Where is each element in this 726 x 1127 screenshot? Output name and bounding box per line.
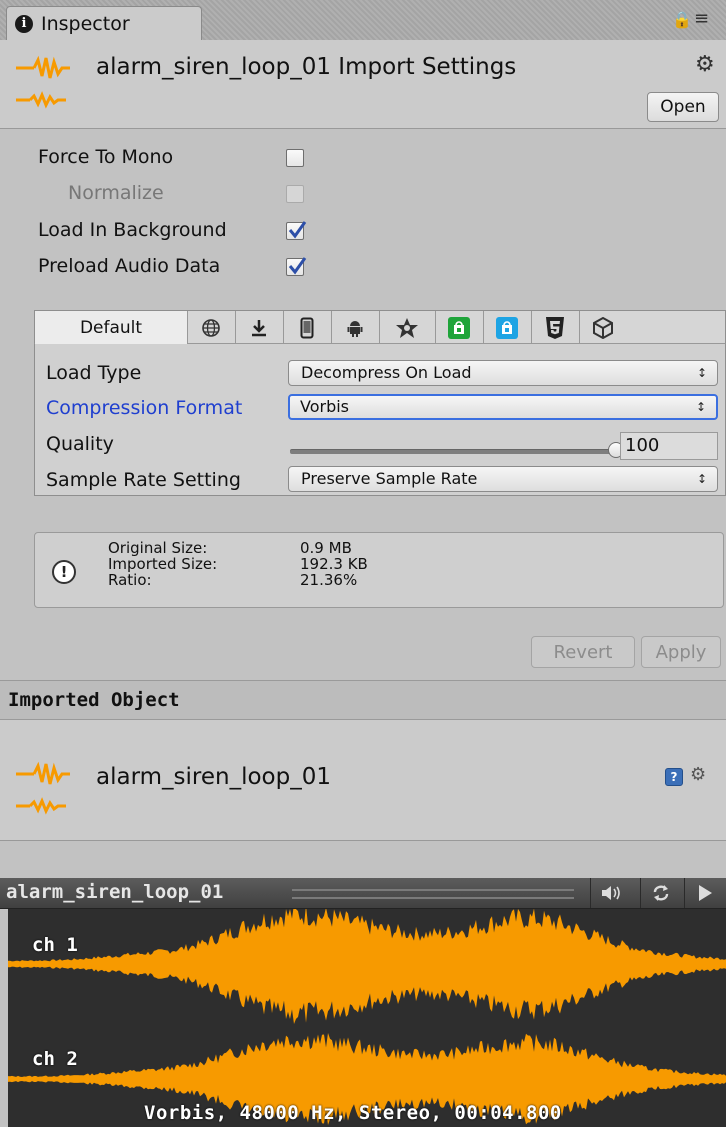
speaker-icon: [602, 886, 620, 900]
globe-icon: [202, 318, 220, 337]
load-type-value: Decompress On Load: [301, 363, 472, 382]
normalize-checkbox: [286, 185, 304, 203]
waveform-channel-1: [8, 909, 726, 1125]
tab-windows-store[interactable]: [483, 311, 532, 344]
tab-tizen[interactable]: [379, 311, 436, 344]
xbox-store-icon: [448, 316, 470, 339]
apply-button[interactable]: Apply: [641, 636, 721, 668]
windows-store-icon: [496, 316, 518, 339]
platform-tabs: Default: [34, 310, 726, 344]
quality-slider-track[interactable]: [290, 449, 616, 454]
force-to-mono-label: Force To Mono: [38, 146, 174, 168]
tab-standalone[interactable]: [187, 311, 236, 344]
imported-object-name: alarm_siren_loop_01: [96, 764, 331, 790]
checkmark-icon: [288, 221, 307, 239]
ratio-label: Ratio:: [108, 571, 152, 589]
unity-icon: [593, 316, 613, 339]
tab-default[interactable]: Default: [35, 311, 188, 344]
open-button[interactable]: Open: [647, 92, 719, 122]
imported-object-title: Imported Object: [8, 689, 180, 711]
tab-android[interactable]: [331, 311, 380, 344]
dropdown-arrows-icon: ↕: [696, 366, 707, 380]
sample-rate-setting-dropdown[interactable]: Preserve Sample Rate ↕: [288, 466, 718, 492]
imported-object-panel: alarm_siren_loop_01 ? ⚙: [0, 720, 726, 841]
load-type-label: Load Type: [46, 362, 142, 384]
dropdown-arrows-icon: ↕: [696, 472, 707, 486]
tizen-icon: [396, 317, 418, 338]
phone-icon: [300, 317, 314, 338]
html5-icon: [546, 316, 564, 339]
original-size-label: Original Size:: [108, 539, 208, 557]
compression-format-value: Vorbis: [300, 397, 350, 416]
gear-icon[interactable]: ⚙: [690, 764, 706, 785]
imported-object-header: Imported Object: [0, 680, 726, 720]
audio-clip-icon: [16, 761, 70, 815]
download-icon: [252, 319, 266, 336]
info-exclamation-icon: !: [52, 560, 76, 584]
revert-button[interactable]: Revert: [531, 636, 635, 668]
inspector-tab-label: Inspector: [41, 12, 130, 35]
import-settings-title: alarm_siren_loop_01 Import Settings: [96, 54, 517, 80]
preview-drag-handle[interactable]: [292, 889, 574, 899]
gear-icon[interactable]: ⚙: [695, 52, 715, 77]
original-size-value: 0.9 MB: [300, 539, 352, 557]
tab-unity[interactable]: [579, 311, 627, 344]
loop-icon: [653, 885, 669, 901]
inspector-tab[interactable]: i Inspector: [6, 6, 202, 40]
play-icon: [699, 885, 712, 901]
loop-button[interactable]: [640, 878, 681, 908]
compression-format-label: Compression Format: [46, 397, 243, 419]
mute-button[interactable]: [590, 878, 631, 908]
dropdown-arrows-icon: ↕: [695, 400, 706, 414]
load-in-background-label: Load In Background: [38, 219, 227, 241]
normalize-label: Normalize: [68, 182, 164, 204]
channel-1-label: ch 1: [32, 934, 78, 956]
sample-rate-setting-value: Preserve Sample Rate: [301, 469, 478, 488]
tab-download[interactable]: [235, 311, 284, 344]
imported-size-value: 192.3 KB: [300, 555, 368, 573]
checkmark-icon: [288, 257, 307, 275]
load-in-background-checkbox[interactable]: [286, 221, 307, 240]
preview-toolbar: alarm_siren_loop_01: [0, 878, 726, 909]
lock-icon[interactable]: 🔒: [672, 10, 692, 29]
tab-webgl[interactable]: [531, 311, 580, 344]
ratio-value: 21.36%: [300, 571, 358, 589]
quality-input[interactable]: 100: [620, 432, 718, 460]
preload-audio-data-label: Preload Audio Data: [38, 255, 221, 277]
audio-clip-icon: [16, 55, 70, 109]
waveform-preview: [8, 909, 726, 1127]
load-type-dropdown[interactable]: Decompress On Load ↕: [288, 360, 718, 386]
force-to-mono-checkbox[interactable]: [286, 149, 304, 167]
tab-menu-icon[interactable]: ≡: [694, 8, 709, 29]
play-button[interactable]: [684, 878, 725, 908]
inspector-tab-bar: i Inspector 🔒 ≡: [0, 0, 726, 40]
info-icon: i: [15, 14, 33, 33]
compression-format-dropdown[interactable]: Vorbis ↕: [288, 394, 718, 420]
preload-audio-data-checkbox[interactable]: [286, 257, 307, 276]
tab-xbox-store[interactable]: [435, 311, 484, 344]
android-icon: [347, 320, 363, 337]
preview-title: alarm_siren_loop_01: [6, 881, 224, 903]
tab-ios[interactable]: [283, 311, 332, 344]
help-icon[interactable]: ?: [665, 768, 683, 786]
channel-2-label: ch 2: [32, 1048, 78, 1070]
import-settings-header: alarm_siren_loop_01 Import Settings ⚙ Op…: [0, 40, 726, 129]
sample-rate-setting-label: Sample Rate Setting: [46, 469, 241, 491]
clip-format-info: Vorbis, 48000 Hz, Stereo, 00:04.800: [144, 1102, 562, 1124]
imported-size-label: Imported Size:: [108, 555, 218, 573]
quality-label: Quality: [46, 433, 114, 455]
